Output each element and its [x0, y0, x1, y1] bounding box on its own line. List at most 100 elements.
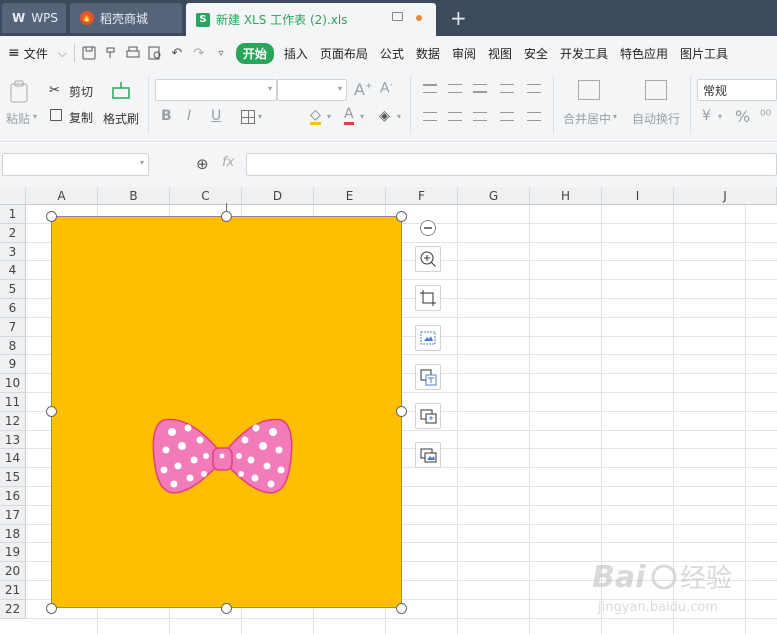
row-header[interactable]: 12: [0, 411, 26, 431]
font-color-icon[interactable]: A: [344, 107, 354, 125]
crop-button[interactable]: [415, 285, 441, 311]
merge-dropdown-icon[interactable]: ▾: [613, 112, 617, 121]
menu-formula[interactable]: 公式: [374, 45, 410, 62]
font-shrink-icon[interactable]: A-: [380, 80, 393, 97]
chevron-down-icon[interactable]: ▾: [140, 158, 144, 167]
justify-icon[interactable]: [500, 112, 514, 121]
eraser-dropdown-icon[interactable]: ▾: [397, 112, 401, 121]
row-header[interactable]: 15: [0, 468, 26, 487]
quick-access-dropdown-icon[interactable]: ▿: [210, 42, 232, 64]
resize-handle-bottom[interactable]: [221, 603, 232, 614]
menu-file[interactable]: 文件: [22, 45, 54, 62]
align-center-icon[interactable]: [448, 112, 462, 121]
row-header[interactable]: 10: [0, 374, 26, 393]
paste-icon[interactable]: [9, 80, 31, 107]
resize-handle-top[interactable]: [221, 211, 232, 222]
row-header[interactable]: 14: [0, 449, 26, 469]
row-header[interactable]: 2: [0, 223, 26, 243]
percent-button[interactable]: %: [735, 107, 750, 126]
zoom-in-button[interactable]: [415, 246, 441, 272]
italic-button[interactable]: I: [187, 108, 191, 124]
resize-handle-left[interactable]: [46, 406, 57, 417]
copy-button[interactable]: 复制: [69, 109, 93, 126]
resize-handle-bottom-left[interactable]: [46, 603, 57, 614]
column-header[interactable]: G: [458, 187, 530, 205]
tab-document[interactable]: S 新建 XLS 工作表 (2).xls: [186, 3, 436, 36]
menu-picture-tools[interactable]: 图片工具: [674, 45, 734, 62]
save-icon[interactable]: [78, 42, 100, 64]
merge-center-icon[interactable]: [578, 80, 600, 100]
menu-developer[interactable]: 开发工具: [554, 45, 614, 62]
indent-increase-icon[interactable]: [527, 84, 541, 93]
row-header[interactable]: 20: [0, 562, 26, 581]
format-painter-icon[interactable]: [110, 80, 132, 107]
column-header[interactable]: I: [602, 187, 674, 205]
align-middle-icon[interactable]: [448, 84, 462, 93]
row-header[interactable]: 5: [0, 280, 26, 299]
borders-dropdown-icon[interactable]: ▾: [258, 112, 262, 121]
row-header[interactable]: 21: [0, 581, 26, 600]
tab-wps[interactable]: W WPS: [2, 3, 66, 33]
row-header[interactable]: 18: [0, 524, 26, 544]
undo-icon[interactable]: ↶: [166, 42, 188, 64]
row-header[interactable]: 13: [0, 430, 26, 450]
redo-icon[interactable]: ↷: [188, 42, 210, 64]
print-preview-icon[interactable]: [144, 42, 166, 64]
resize-handle-bottom-right[interactable]: [396, 603, 407, 614]
auto-wrap-icon[interactable]: [645, 80, 667, 100]
fx-icon[interactable]: fx: [222, 155, 234, 170]
bold-button[interactable]: B: [161, 108, 172, 124]
row-header[interactable]: 11: [0, 393, 26, 412]
eraser-icon[interactable]: ◈: [379, 108, 390, 124]
cut-button[interactable]: 剪切: [69, 83, 93, 100]
row-header[interactable]: 7: [0, 317, 26, 337]
fill-color-dropdown-icon[interactable]: ▾: [327, 112, 331, 121]
tab-daoke-shop[interactable]: 🔥 稻壳商城: [70, 3, 182, 33]
column-header[interactable]: H: [530, 187, 602, 205]
row-header[interactable]: 1: [0, 205, 26, 224]
print-icon[interactable]: [122, 42, 144, 64]
resize-handle-top-left[interactable]: [46, 211, 57, 222]
borders-icon[interactable]: [241, 110, 255, 124]
row-header[interactable]: 19: [0, 543, 26, 563]
format-painter-button[interactable]: 格式刷: [103, 110, 139, 127]
column-header[interactable]: B: [98, 187, 170, 205]
merge-center-button[interactable]: 合并居中: [563, 110, 611, 127]
thousands-icon[interactable]: ⁰⁰: [760, 108, 771, 124]
font-color-dropdown-icon[interactable]: ▾: [360, 112, 364, 121]
row-header[interactable]: 17: [0, 505, 26, 525]
column-header[interactable]: F: [386, 187, 458, 205]
align-left-icon[interactable]: [423, 112, 437, 121]
resize-handle-right[interactable]: [396, 406, 407, 417]
chevron-down-icon[interactable]: ⌵: [54, 46, 71, 61]
picture-translate-button[interactable]: [415, 364, 441, 390]
zoom-formula-icon[interactable]: ⊕: [196, 155, 209, 173]
number-format-select[interactable]: 常规: [697, 79, 777, 101]
menu-data[interactable]: 数据: [410, 45, 446, 62]
row-header[interactable]: 22: [0, 599, 26, 619]
row-header[interactable]: 4: [0, 261, 26, 281]
auto-wrap-button[interactable]: 自动换行: [632, 110, 680, 127]
column-header[interactable]: D: [242, 187, 314, 205]
monitor-icon[interactable]: [392, 12, 403, 21]
menu-start[interactable]: 开始: [235, 42, 274, 64]
menu-page-layout[interactable]: 页面布局: [314, 45, 374, 62]
menu-view[interactable]: 视图: [482, 45, 518, 62]
row-header[interactable]: 16: [0, 487, 26, 506]
row-header[interactable]: 3: [0, 242, 26, 262]
fill-color-icon[interactable]: ◇: [310, 108, 321, 125]
indent-decrease-icon[interactable]: [500, 84, 514, 93]
column-header[interactable]: J: [674, 187, 777, 205]
underline-button[interactable]: U: [211, 108, 221, 124]
font-name-select[interactable]: ▾: [155, 79, 277, 101]
align-bottom-icon[interactable]: [473, 84, 487, 93]
collapse-tools-button[interactable]: [420, 220, 436, 236]
formula-input[interactable]: [246, 153, 777, 176]
menu-insert[interactable]: 插入: [278, 45, 314, 62]
name-box[interactable]: ▾: [2, 153, 149, 176]
hamburger-icon[interactable]: ≡: [0, 45, 22, 61]
column-header[interactable]: C: [170, 187, 242, 205]
column-header[interactable]: E: [314, 187, 386, 205]
resize-handle-top-right[interactable]: [396, 211, 407, 222]
menu-security[interactable]: 安全: [518, 45, 554, 62]
